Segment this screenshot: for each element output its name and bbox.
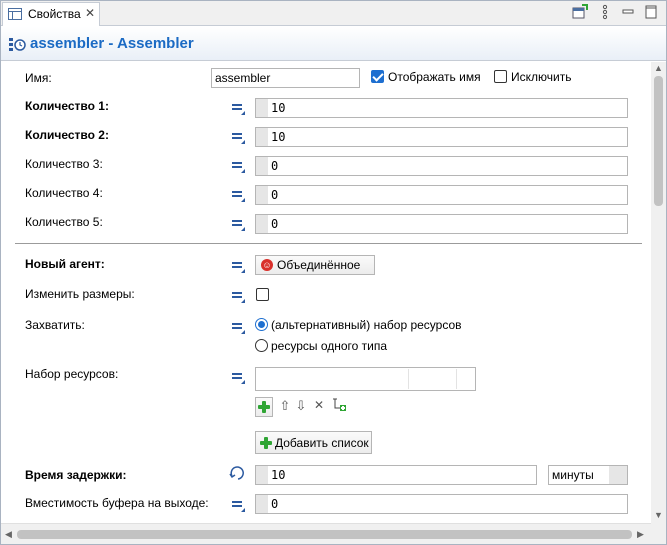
properties-form: Имя: assembler Отображать имя Исключить … [1,62,651,523]
properties-view: Свойства ✕ assembler - Assembler Имя: as… [0,0,667,545]
resource-sets-list[interactable] [255,367,476,391]
quantity-2-field[interactable]: 10 [255,127,628,147]
scroll-up-icon[interactable]: ▲ [654,63,663,73]
pin-view-icon[interactable] [571,4,589,22]
quantity-4-field[interactable]: 0 [255,185,628,205]
horizontal-scrollbar[interactable]: ◀ ▶ [1,523,651,544]
assembler-block-icon [8,36,26,52]
resource-sets-label: Набор ресурсов: [25,367,119,381]
maximize-icon[interactable] [642,4,660,22]
static-value-icon[interactable] [231,101,245,115]
new-agent-button[interactable]: ☺ Объединённое [255,255,375,275]
horizontal-scroll-thumb[interactable] [17,530,632,539]
section-divider [15,243,642,244]
resize-label: Изменить размеры: [25,287,135,301]
view-menu-icon[interactable] [596,4,614,22]
scroll-left-icon[interactable]: ◀ [5,529,12,540]
scroll-corner [651,523,666,544]
static-value-icon[interactable] [231,217,245,231]
chevron-down-icon [609,466,627,484]
scroll-right-icon[interactable]: ▶ [637,529,644,540]
add-icon [260,437,272,449]
static-value-icon[interactable] [231,370,245,384]
delay-time-label: Время задержки: [25,468,127,482]
exclude-label: Исключить [511,70,572,84]
seize-option-resource-set-radio[interactable] [255,318,268,331]
move-up-icon[interactable]: ⇧ [278,398,292,414]
add-icon [258,401,270,413]
show-name-checkbox[interactable] [371,70,384,83]
name-label: Имя: [25,71,52,85]
quantity-4-label: Количество 4: [25,186,103,200]
delay-time-field[interactable]: 10 [255,465,537,485]
tab-label: Свойства [28,7,81,21]
seize-option-single-type-label: ресурсы одного типа [271,339,388,353]
move-down-icon[interactable]: ⇩ [294,398,308,414]
static-value-icon[interactable] [231,289,245,303]
vertical-scroll-thumb[interactable] [654,76,663,206]
static-value-icon[interactable] [231,188,245,202]
seize-option-resource-set-label: (альтернативный) набор ресурсов [271,318,462,332]
scroll-down-icon[interactable]: ▼ [654,510,663,520]
static-value-icon[interactable] [231,259,245,273]
time-units-select[interactable]: минуты [548,465,628,485]
dynamic-value-icon[interactable] [229,466,245,480]
static-value-icon[interactable] [231,498,245,512]
properties-icon [8,8,22,20]
close-icon[interactable]: ✕ [85,6,95,20]
quantity-2-label: Количество 2: [25,128,109,142]
tab-bar: Свойства ✕ [1,1,666,26]
agent-person-icon: ☺ [261,259,273,271]
properties-header: assembler - Assembler [1,27,666,61]
quantity-1-label: Количество 1: [25,99,109,113]
quantity-3-label: Количество 3: [25,157,103,171]
resize-checkbox[interactable] [256,288,269,301]
vertical-scrollbar[interactable]: ▲ ▼ [651,62,666,523]
add-set-icon[interactable] [332,398,346,415]
show-name-label: Отображать имя [388,70,481,84]
add-list-button[interactable]: Добавить список [255,431,372,454]
quantity-3-field[interactable]: 0 [255,156,628,176]
output-buffer-field[interactable]: 0 [255,494,628,514]
quantity-1-field[interactable]: 10 [255,98,628,118]
exclude-checkbox[interactable] [494,70,507,83]
new-agent-label: Новый агент: [25,257,105,271]
quantity-5-label: Количество 5: [25,215,103,229]
delete-icon[interactable]: ✕ [312,398,326,412]
quantity-5-field[interactable]: 0 [255,214,628,234]
name-input[interactable]: assembler [211,68,360,88]
seize-label: Захватить: [25,318,85,332]
output-buffer-label: Вместимость буфера на выходе: [25,496,209,510]
page-title: assembler - Assembler [30,35,194,52]
static-value-icon[interactable] [231,130,245,144]
seize-option-single-type-radio[interactable] [255,339,268,352]
add-resource-button[interactable] [255,397,273,417]
tab-properties[interactable]: Свойства ✕ [2,2,100,26]
static-value-icon[interactable] [231,320,245,334]
static-value-icon[interactable] [231,159,245,173]
minimize-icon[interactable] [619,4,637,22]
